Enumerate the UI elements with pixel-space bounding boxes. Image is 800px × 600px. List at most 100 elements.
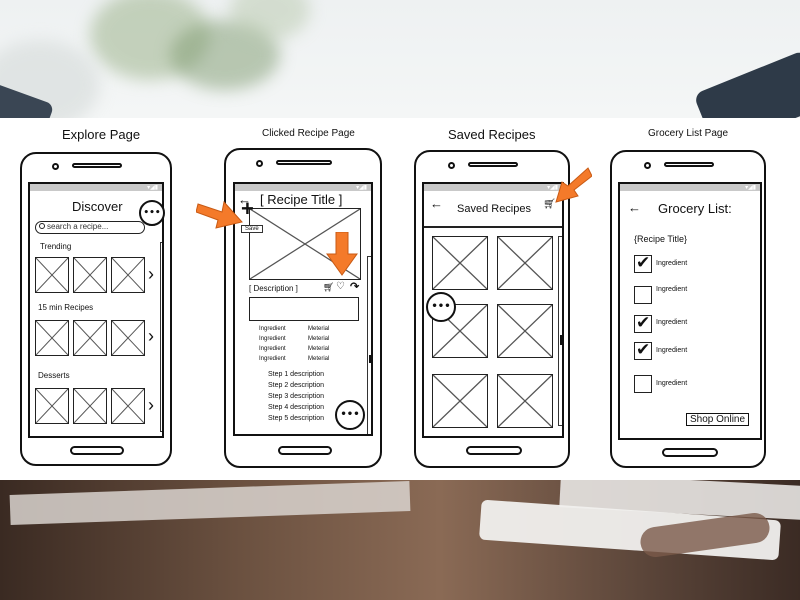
clicked-recipe-page-title: Clicked Recipe Page	[262, 128, 355, 139]
phone-saved-recipes: ▾◢▮ ← Saved Recipes 🛒︎ •••	[414, 150, 570, 468]
status-bar: ▾◢▮	[30, 184, 162, 191]
discover-heading: Discover	[72, 199, 123, 214]
phone-explore: ▾◢▮ Discover search a recipe... Trending…	[20, 152, 172, 466]
speaker	[72, 163, 122, 168]
scrollbar-thumb[interactable]	[369, 355, 371, 363]
annotation-arrow-save	[196, 200, 243, 229]
recipe-thumbnail[interactable]	[111, 320, 145, 356]
more-menu-button[interactable]: •••	[426, 292, 456, 322]
search-icon	[39, 223, 45, 229]
cart-icon[interactable]: 🛒︎	[323, 282, 334, 293]
ingredient-label: Ingredient	[656, 319, 688, 326]
recipe-thumbnail[interactable]	[73, 320, 107, 356]
step-description: Step 2 description	[268, 382, 325, 389]
phone-clicked-recipe: ▾◢▮ ← [ Recipe Title ] + Save [ Descript…	[224, 148, 382, 468]
scrollbar[interactable]	[558, 236, 562, 426]
section-label-desserts: Desserts	[38, 371, 70, 380]
scrollbar[interactable]	[367, 256, 371, 434]
recipe-thumbnail[interactable]	[111, 257, 145, 293]
description-box	[249, 297, 359, 321]
annotation-arrow-saved-cart	[555, 167, 592, 203]
ingredient-material: Meterial	[308, 356, 330, 362]
ingredient-label: Ingredient	[656, 260, 688, 267]
speaker	[468, 162, 518, 167]
saved-recipe-tile[interactable]	[497, 374, 553, 428]
search-input[interactable]: search a recipe...	[35, 221, 145, 234]
status-bar: ▾◢▮	[620, 184, 760, 191]
ingredient-label: Ingredient	[656, 286, 688, 293]
section-label-trending: Trending	[40, 242, 72, 251]
ingredient-name: Ingredient	[259, 346, 286, 352]
background-photo-bottom	[0, 480, 800, 600]
home-button	[70, 446, 124, 455]
screen-clicked-recipe: ▾◢▮ ← [ Recipe Title ] + Save [ Descript…	[233, 182, 373, 436]
scrollbar[interactable]	[160, 242, 164, 432]
saved-recipe-tile[interactable]	[432, 374, 488, 428]
description-label: [ Description ]	[249, 284, 298, 293]
save-tooltip: Save	[241, 225, 263, 233]
scrollbar-thumb[interactable]	[162, 283, 164, 297]
ingredient-material: Meterial	[308, 346, 330, 352]
recipe-thumbnail[interactable]	[35, 320, 69, 356]
chevron-right-icon[interactable]: ›	[148, 264, 154, 285]
step-description: Step 5 description	[268, 415, 325, 422]
recipe-thumbnail[interactable]	[73, 257, 107, 293]
chevron-right-icon[interactable]: ›	[148, 395, 154, 416]
ingredient-name: Ingredient	[259, 336, 286, 342]
background-photo-top	[0, 0, 800, 118]
ingredient-name: Ingredient	[259, 356, 286, 362]
speaker	[276, 160, 332, 165]
phone-grocery-list: ▾◢▮ ← Grocery List: {Recipe Title} ✔ Ing…	[610, 150, 766, 468]
home-button	[662, 448, 718, 457]
saved-recipe-tile[interactable]	[497, 236, 553, 290]
more-menu-button[interactable]: •••	[139, 200, 165, 226]
shop-online-button[interactable]: Shop Online	[686, 413, 750, 426]
camera	[52, 163, 59, 170]
screen-grocery-list: ▾◢▮ ← Grocery List: {Recipe Title} ✔ Ing…	[618, 182, 762, 440]
ingredient-checkbox[interactable]	[634, 375, 652, 393]
camera	[448, 162, 455, 169]
saved-recipe-tile[interactable]	[432, 236, 488, 290]
annotation-arrow-cart	[326, 232, 358, 276]
step-description: Step 4 description	[268, 404, 325, 411]
ingredient-label: Ingredient	[656, 380, 688, 387]
saved-recipes-page-title: Saved Recipes	[448, 127, 536, 142]
ingredient-material: Meterial	[308, 326, 330, 332]
scrollbar-thumb[interactable]	[560, 335, 562, 345]
checkmark-icon: ✔	[636, 313, 651, 333]
step-description: Step 1 description	[268, 371, 325, 378]
recipe-thumbnail[interactable]	[111, 388, 145, 424]
recipe-thumbnail[interactable]	[35, 257, 69, 293]
ingredient-checkbox[interactable]	[634, 286, 652, 304]
camera	[256, 160, 263, 167]
status-bar: ▾◢▮	[424, 184, 562, 191]
ingredient-label: Ingredient	[656, 347, 688, 354]
recipe-thumbnail[interactable]	[35, 388, 69, 424]
saved-recipes-heading: Saved Recipes	[457, 203, 531, 215]
status-bar: ▾◢▮	[235, 184, 371, 191]
ingredient-name: Ingredient	[259, 326, 286, 332]
saved-recipe-tile[interactable]	[497, 304, 553, 358]
camera	[644, 162, 651, 169]
home-button	[278, 446, 332, 455]
grocery-list-page-title: Grocery List Page	[648, 128, 729, 139]
speaker	[664, 162, 714, 167]
recipe-thumbnail[interactable]	[73, 388, 107, 424]
step-description: Step 3 description	[268, 393, 325, 400]
heart-icon[interactable]: ♡	[336, 281, 345, 292]
back-arrow-icon[interactable]: ←	[430, 196, 443, 211]
ingredient-checkbox[interactable]: ✔	[634, 340, 652, 360]
search-placeholder: search a recipe...	[47, 222, 109, 231]
checkmark-icon: ✔	[636, 253, 651, 273]
chevron-right-icon[interactable]: ›	[148, 326, 154, 347]
recipe-title: [ Recipe Title ]	[260, 192, 343, 207]
ingredient-checkbox[interactable]: ✔	[634, 313, 652, 333]
recipe-title-placeholder: {Recipe Title}	[634, 234, 688, 244]
explore-page-title: Explore Page	[62, 127, 141, 142]
grocery-list-heading: Grocery List:	[658, 201, 732, 216]
more-menu-button[interactable]: •••	[335, 400, 365, 430]
share-icon[interactable]: ↷	[350, 280, 359, 293]
back-arrow-icon[interactable]: ←	[628, 200, 641, 215]
header-divider	[424, 226, 562, 228]
ingredient-checkbox[interactable]: ✔	[634, 253, 652, 273]
